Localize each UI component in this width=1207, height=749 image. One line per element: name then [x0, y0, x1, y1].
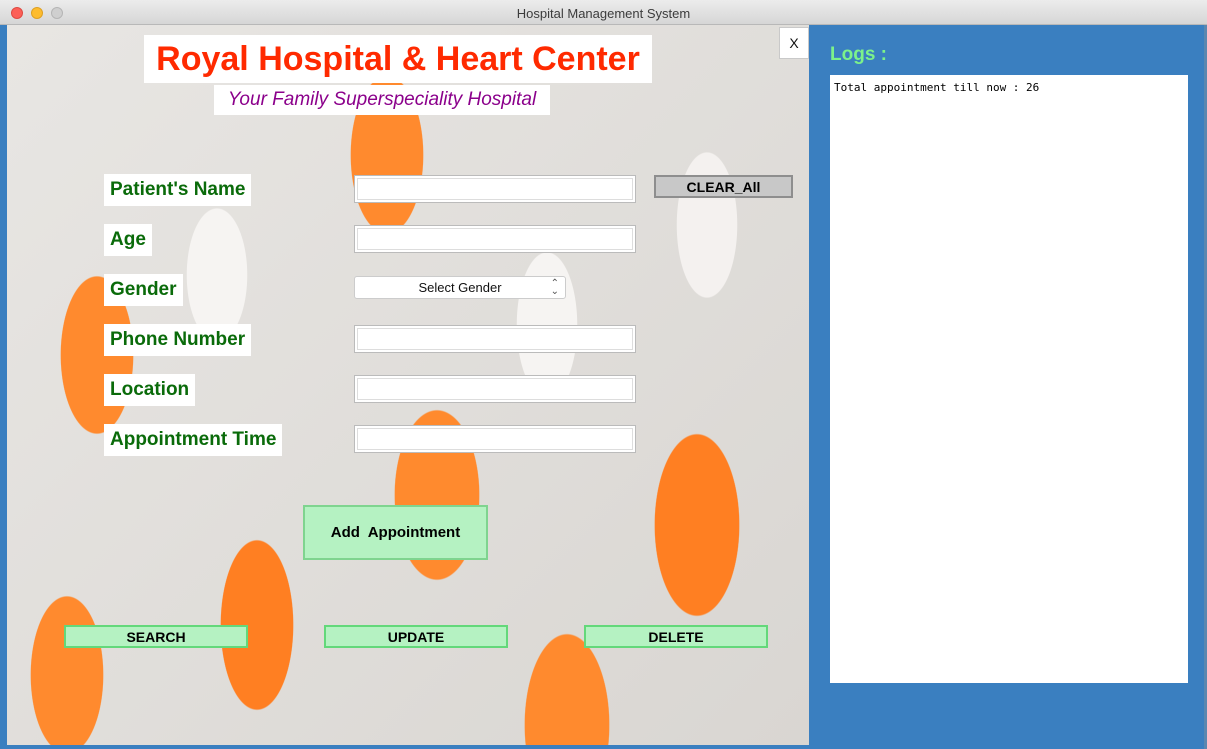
location-input[interactable] [354, 375, 636, 403]
page-subtitle: Your Family Superspeciality Hospital [214, 85, 550, 115]
add-appointment-button[interactable]: Add Appointment [303, 505, 488, 560]
phone-number-input[interactable] [354, 325, 636, 353]
appointment-time-label: Appointment Time [104, 424, 283, 456]
appointment-time-input[interactable] [354, 425, 636, 453]
age-label: Age [104, 224, 152, 256]
search-button[interactable]: SEARCH [64, 625, 248, 648]
page-title: Royal Hospital & Heart Center [144, 35, 652, 83]
delete-button[interactable]: DELETE [584, 625, 768, 648]
close-button[interactable]: X [779, 27, 809, 59]
patient-name-label: Patient's Name [104, 174, 252, 206]
gender-select[interactable]: Select Gender ⌃ ⌄ [354, 276, 566, 299]
logs-title: Logs : [830, 44, 887, 65]
app-window: Hospital Management System X Royal Hospi… [0, 0, 1207, 749]
age-input[interactable] [354, 225, 636, 253]
location-label: Location [104, 374, 196, 406]
update-button[interactable]: UPDATE [324, 625, 508, 648]
clear-all-button[interactable]: CLEAR_All [654, 175, 793, 198]
gender-select-value: Select Gender [418, 280, 502, 295]
window-title: Hospital Management System [516, 6, 691, 21]
logs-textarea[interactable]: Total appointment till now : 26 [830, 75, 1188, 683]
phone-number-label: Phone Number [104, 324, 252, 356]
window-titlebar: Hospital Management System [0, 0, 1207, 25]
patient-name-input[interactable] [354, 175, 636, 203]
gender-label: Gender [104, 274, 183, 306]
chevron-updown-icon: ⌃ ⌄ [550, 278, 559, 297]
